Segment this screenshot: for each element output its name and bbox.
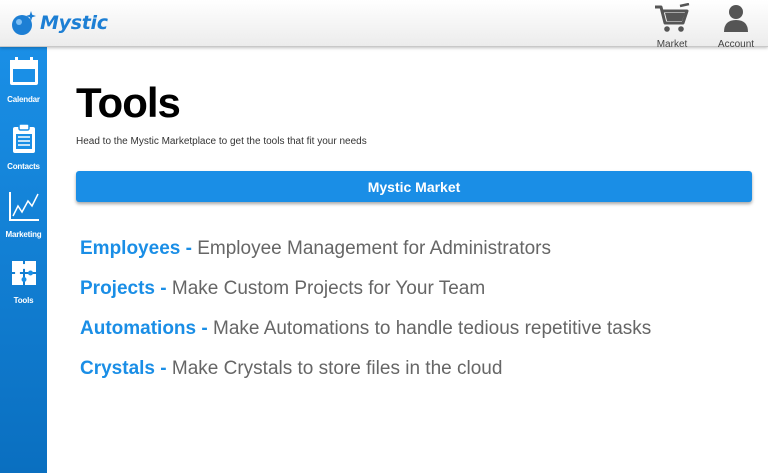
account-button[interactable]: Account: [714, 3, 758, 50]
sidebar-item-label: Marketing: [5, 230, 42, 239]
tool-list: Employees - Employee Management for Admi…: [80, 237, 651, 397]
market-label: Market: [656, 39, 688, 50]
tool-description: Make Crystals to store files in the clou…: [171, 358, 503, 379]
mystic-market-button[interactable]: Mystic Market: [76, 171, 752, 202]
market-button[interactable]: Market: [652, 2, 692, 50]
page-title: Tools: [76, 79, 181, 126]
tool-link-projects[interactable]: Projects -: [80, 278, 172, 299]
tool-item-automations: Automations - Make Automations to handle…: [80, 317, 651, 357]
tool-item-projects: Projects - Make Custom Projects for Your…: [80, 277, 651, 317]
main-content: Tools Head to the Mystic Marketplace to …: [47, 47, 768, 473]
puzzle-icon: [9, 258, 39, 293]
tool-link-crystals[interactable]: Crystals -: [80, 358, 172, 379]
tool-link-employees[interactable]: Employees -: [80, 238, 197, 259]
cart-icon: [653, 2, 691, 38]
app-logo[interactable]: Mystic: [10, 9, 108, 37]
clipboard-icon: [10, 123, 38, 159]
tool-description: Employee Management for Administrators: [197, 238, 551, 259]
sidebar-item-label: Contacts: [7, 162, 40, 171]
tool-link-automations[interactable]: Automations -: [80, 318, 213, 339]
account-label: Account: [717, 39, 755, 50]
line-chart-icon: [7, 190, 41, 227]
tool-description: Make Custom Projects for Your Team: [171, 278, 486, 299]
sidebar-item-contacts[interactable]: Contacts: [0, 123, 47, 171]
sidebar-item-label: Tools: [13, 296, 34, 305]
sidebar-item-marketing[interactable]: Marketing: [0, 190, 47, 239]
app-name: Mystic: [40, 12, 108, 34]
sidebar-item-tools[interactable]: Tools: [0, 258, 47, 305]
calendar-icon: [8, 57, 40, 92]
tool-item-employees: Employees - Employee Management for Admi…: [80, 237, 651, 277]
sidebar-item-calendar[interactable]: Calendar: [0, 57, 47, 104]
crystal-ball-icon: [10, 9, 38, 37]
page-subtitle: Head to the Mystic Marketplace to get th…: [76, 136, 367, 147]
top-bar: Mystic Market Account: [0, 0, 768, 50]
tool-item-crystals: Crystals - Make Crystals to store files …: [80, 357, 651, 397]
sidebar-item-label: Calendar: [7, 95, 40, 104]
sidebar: Calendar Contacts Marketing Tools: [0, 47, 47, 473]
tool-description: Make Automations to handle tedious repet…: [213, 318, 652, 339]
person-icon: [721, 3, 751, 38]
